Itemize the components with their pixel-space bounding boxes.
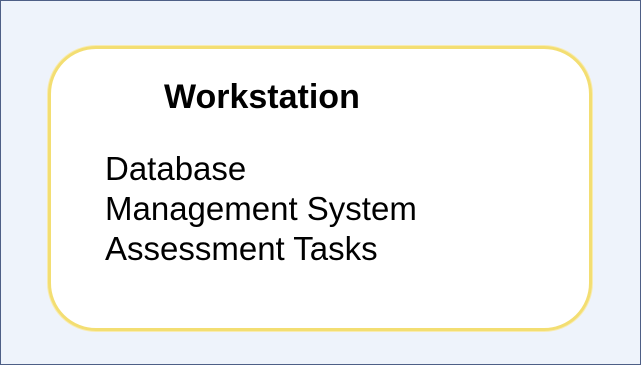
diagram-frame: Workstation Database Management System A… [0, 0, 641, 365]
node-title: Workstation [164, 78, 360, 116]
node-line-management-system: Management System [105, 190, 417, 227]
workstation-node: Workstation Database Management System A… [48, 46, 592, 331]
node-line-database: Database [105, 150, 247, 187]
node-line-list: Database Management System Assessment Ta… [105, 149, 417, 269]
node-line-assessment-tasks: Assessment Tasks [105, 230, 378, 267]
